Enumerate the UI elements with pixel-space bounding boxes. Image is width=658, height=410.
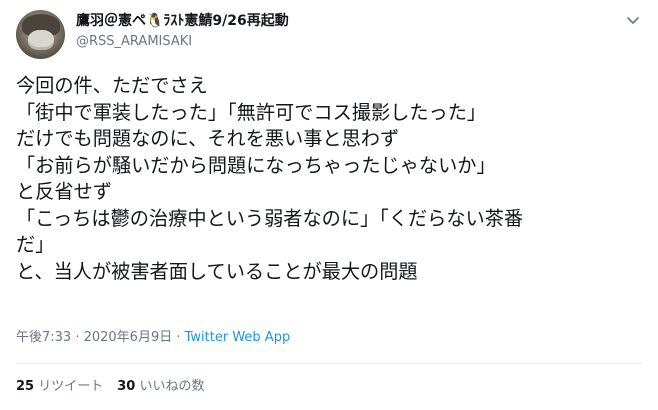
tweet-text-line: だけでも問題なのに、それを悪い事と思わず <box>16 127 400 150</box>
meta-separator: · <box>172 330 185 345</box>
retweet-stat[interactable]: 25 リツイート <box>16 378 103 396</box>
user-handle[interactable]: @RSS_ARAMISAKI <box>76 33 289 51</box>
like-label: いいねの数 <box>139 379 205 394</box>
user-info: 鷹羽＠憲ペ🐧ﾗｽﾄ憲鯖9/26再起動 @RSS_ARAMISAKI <box>76 12 289 51</box>
tweet-meta: 午後7:33 · 2020年6月9日 · Twitter Web App <box>16 329 290 347</box>
tweet-text-line: 「こっちは鬱の治療中という弱者なのに」「くだらない茶番 <box>16 206 524 230</box>
tweet-text-line: 今回の件、ただでさえ <box>16 74 208 97</box>
avatar[interactable] <box>16 10 65 59</box>
avatar-face <box>28 30 54 50</box>
tweet-timestamp[interactable]: 午後7:33 · 2020年6月9日 <box>16 330 172 345</box>
chevron-down-icon[interactable] <box>625 12 641 28</box>
like-count: 30 <box>117 379 136 394</box>
tweet-source-link[interactable]: Twitter Web App <box>185 330 291 345</box>
retweet-count: 25 <box>16 379 35 394</box>
retweet-label: リツイート <box>38 379 104 394</box>
tweet-text-line: 「街中で軍装したった」「無許可でコス撮影したった」 <box>16 100 487 124</box>
tweet-text-line: と、当人が被害者面していることが最大の問題 <box>16 259 418 283</box>
divider <box>16 363 642 364</box>
tweet-text: 今回の件、ただでさえ 「街中で軍装したった」「無許可でコス撮影したった」 だけで… <box>16 73 644 285</box>
tweet-card: 鷹羽＠憲ペ🐧ﾗｽﾄ憲鯖9/26再起動 @RSS_ARAMISAKI 今回の件、た… <box>0 0 658 410</box>
display-name[interactable]: 鷹羽＠憲ペ🐧ﾗｽﾄ憲鯖9/26再起動 <box>76 12 289 30</box>
like-stat[interactable]: 30 いいねの数 <box>117 378 204 396</box>
tweet-stats: 25 リツイート 30 いいねの数 <box>16 378 205 396</box>
tweet-text-line: 「お前らが騒いだから問題になっちゃったじゃないか」 <box>16 153 496 177</box>
tweet-text-line: と反省せず <box>16 180 112 203</box>
tweet-text-line: だ」 <box>16 233 55 256</box>
